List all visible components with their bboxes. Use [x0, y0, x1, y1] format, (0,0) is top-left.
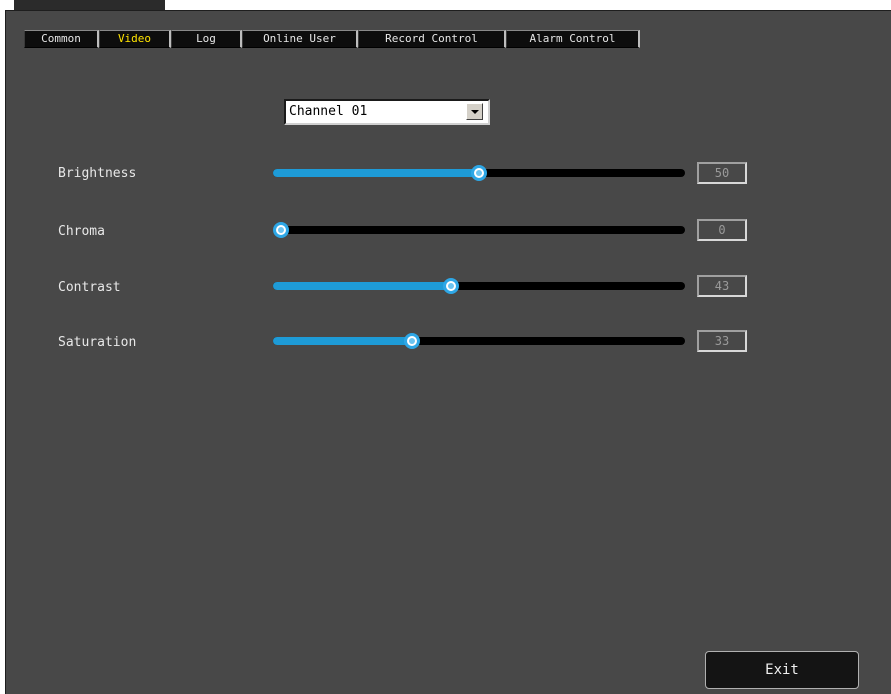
chroma-slider[interactable] — [273, 222, 685, 238]
contrast-value[interactable]: 43 — [697, 275, 747, 297]
chroma-slider-knob-icon[interactable] — [273, 222, 289, 238]
exit-button[interactable]: Exit — [705, 651, 859, 689]
saturation-label: Saturation — [58, 335, 137, 350]
tab-video[interactable]: Video — [99, 30, 171, 48]
channel-select[interactable]: Channel 01 — [284, 99, 490, 125]
tab-alarm-control[interactable]: Alarm Control — [506, 30, 640, 48]
saturation-slider-fill — [273, 337, 412, 345]
saturation-slider[interactable] — [273, 333, 685, 349]
chroma-label: Chroma — [58, 224, 105, 239]
tab-bar: Common Video Log Online User Record Cont… — [24, 30, 640, 48]
contrast-slider-fill — [273, 282, 452, 290]
chevron-down-icon[interactable] — [466, 103, 483, 120]
top-window-tab — [14, 0, 165, 10]
tab-record-control[interactable]: Record Control — [358, 30, 506, 48]
brightness-slider-fill — [273, 169, 479, 177]
chroma-value[interactable]: 0 — [697, 219, 747, 241]
tab-common[interactable]: Common — [24, 30, 99, 48]
tab-log[interactable]: Log — [171, 30, 242, 48]
tab-online-user[interactable]: Online User — [242, 30, 358, 48]
saturation-slider-knob-icon[interactable] — [403, 333, 420, 349]
brightness-label: Brightness — [58, 166, 137, 181]
brightness-slider-knob-icon[interactable] — [471, 165, 487, 181]
saturation-value[interactable]: 33 — [697, 330, 747, 352]
contrast-label: Contrast — [58, 280, 121, 295]
channel-select-value: Channel 01 — [289, 104, 368, 119]
brightness-value[interactable]: 50 — [697, 162, 747, 184]
brightness-slider[interactable] — [273, 165, 685, 181]
contrast-slider[interactable] — [273, 278, 685, 294]
